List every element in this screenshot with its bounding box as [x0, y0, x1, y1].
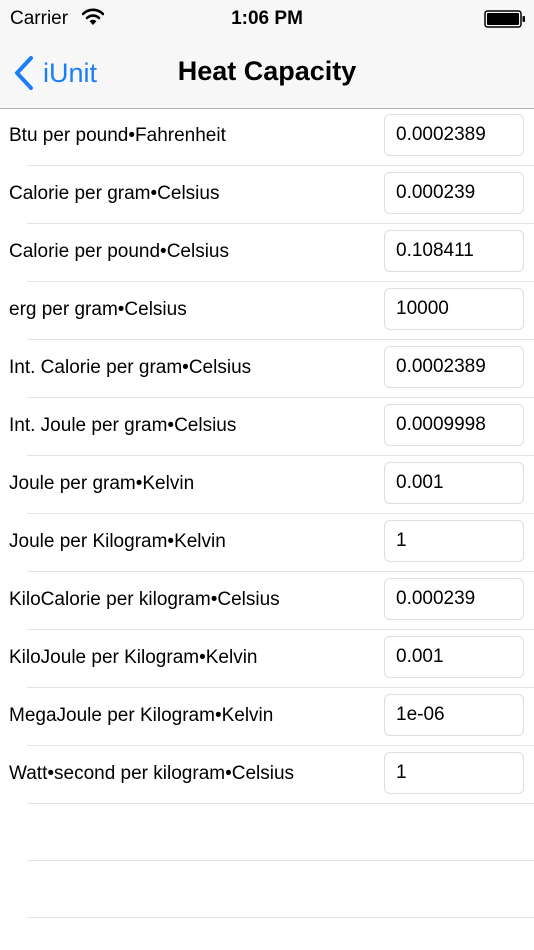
unit-value-field[interactable]: [384, 694, 524, 736]
unit-value-field[interactable]: [384, 636, 524, 678]
empty-row: [27, 861, 534, 918]
unit-list: Btu per pound•Fahrenheit Calorie per gram…: [0, 108, 534, 918]
unit-value-field[interactable]: [384, 114, 524, 156]
unit-value-field[interactable]: [384, 172, 524, 214]
unit-row: erg per gram•Celsius: [9, 282, 534, 340]
unit-label: MegaJoule per Kilogram•Kelvin: [9, 705, 274, 726]
unit-value-field[interactable]: [384, 288, 524, 330]
unit-row: Btu per pound•Fahrenheit: [9, 108, 534, 166]
unit-label: Joule per Kilogram•Kelvin: [9, 531, 226, 552]
unit-label: KiloCalorie per kilogram•Celsius: [9, 589, 280, 610]
unit-row: Joule per Kilogram•Kelvin: [9, 514, 534, 572]
unit-row: KiloCalorie per kilogram•Celsius: [9, 572, 534, 630]
unit-row: Int. Joule per gram•Celsius: [9, 398, 534, 456]
unit-value-field[interactable]: [384, 752, 524, 794]
unit-row: Calorie per pound•Celsius: [9, 224, 534, 282]
unit-label: Int. Calorie per gram•Celsius: [9, 357, 252, 378]
unit-label: Btu per pound•Fahrenheit: [9, 125, 226, 146]
unit-label: KiloJoule per Kilogram•Kelvin: [9, 647, 258, 668]
unit-row: MegaJoule per Kilogram•Kelvin: [9, 688, 534, 746]
unit-label: Watt•second per kilogram•Celsius: [9, 763, 295, 784]
status-bar: Carrier 1:06 PM: [0, 0, 534, 40]
battery-icon: [484, 10, 525, 28]
unit-row: Calorie per gram•Celsius: [9, 166, 534, 224]
unit-value-field[interactable]: [384, 462, 524, 504]
unit-value-field[interactable]: [384, 230, 524, 272]
unit-value-field[interactable]: [384, 520, 524, 562]
unit-label: Joule per gram•Kelvin: [9, 473, 195, 494]
unit-row: KiloJoule per Kilogram•Kelvin: [9, 630, 534, 688]
unit-label: Calorie per gram•Celsius: [9, 183, 220, 204]
unit-label: erg per gram•Celsius: [9, 299, 187, 320]
unit-value-field[interactable]: [384, 578, 524, 620]
empty-row: [27, 804, 534, 861]
unit-label: Calorie per pound•Celsius: [9, 241, 229, 262]
unit-label: Int. Joule per gram•Celsius: [9, 415, 237, 436]
unit-row: Joule per gram•Kelvin: [9, 456, 534, 514]
status-time: 1:06 PM: [231, 8, 303, 29]
unit-row: Watt•second per kilogram•Celsius: [9, 746, 534, 804]
unit-value-field[interactable]: [384, 346, 524, 388]
unit-row: Int. Calorie per gram•Celsius: [9, 340, 534, 398]
unit-value-field[interactable]: [384, 404, 524, 446]
navigation-bar: iUnit Heat Capacity: [0, 40, 534, 109]
page-title: Heat Capacity: [177, 56, 357, 86]
